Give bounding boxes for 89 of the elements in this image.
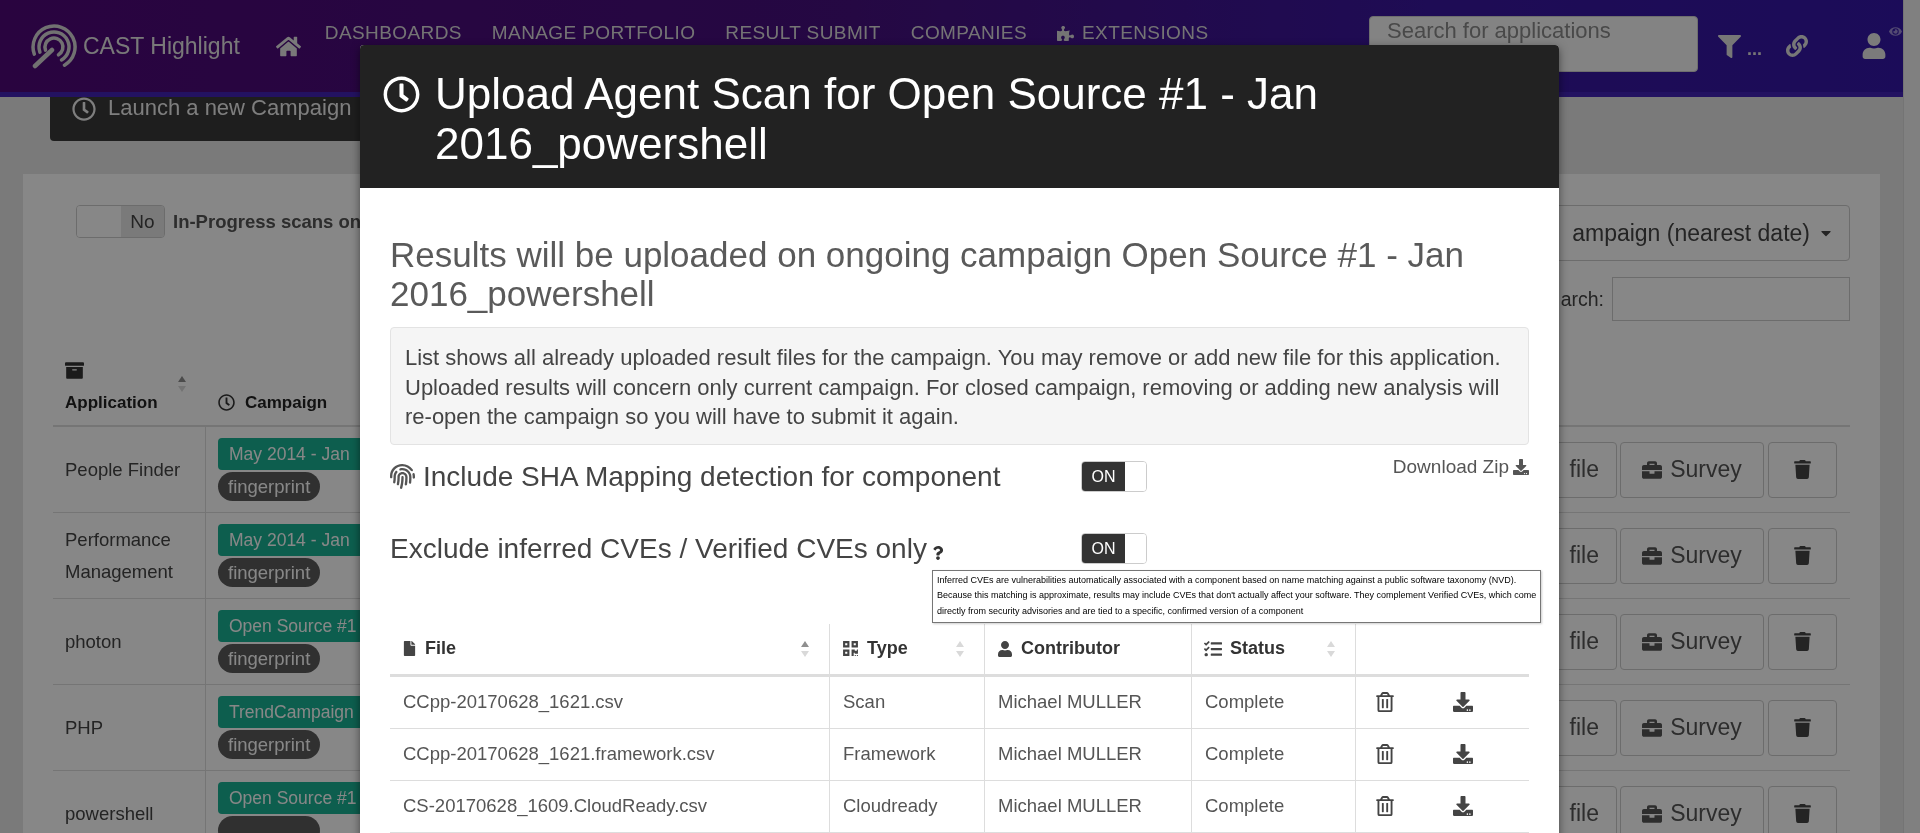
toggle-switch[interactable]: ON <box>1081 461 1147 492</box>
scan-tag: fingerprint <box>218 558 321 587</box>
clock-icon <box>72 97 96 121</box>
search-label: arch: <box>1560 287 1604 311</box>
filter-icon <box>1718 34 1741 58</box>
trash-icon[interactable] <box>1375 692 1395 712</box>
modal-subtitle: Results will be uploaded on ongoing campaign Open Source #1 - Jan 2016_powershell <box>390 235 1466 313</box>
nav-link[interactable]: COMPANIES <box>910 22 1027 44</box>
notice-text: List shows all already uploaded result files for the campaign. You may remove or add new file for this application. Uploaded results will concern only current campaign. For closed campaign, removing or adding new analysis will re-open the campaign so you will have to submit it again. <box>405 344 1502 431</box>
status-text: Complete <box>1205 795 1285 817</box>
file-icon <box>402 641 417 656</box>
survey-button[interactable]: Survey <box>1620 785 1764 833</box>
app-name: Performance Management <box>65 527 174 584</box>
app-name: powershell <box>65 801 154 826</box>
scrollbar[interactable] <box>1903 0 1920 833</box>
download-icon[interactable] <box>1453 692 1473 712</box>
file-type: Framework <box>843 743 936 765</box>
nav-link[interactable]: EXTENSIONS <box>1057 22 1209 44</box>
trash-icon <box>1793 460 1812 479</box>
delete-button[interactable] <box>1768 699 1837 756</box>
file-type: Scan <box>843 691 886 713</box>
link-icon[interactable] <box>1786 35 1808 57</box>
survey-button[interactable]: Survey <box>1620 613 1764 670</box>
file-type: Cloudready <box>843 795 938 817</box>
survey-button[interactable]: Survey <box>1620 441 1764 498</box>
survey-button[interactable]: Survey <box>1620 527 1764 584</box>
archive-icon <box>65 361 84 380</box>
briefcase-icon <box>1642 545 1663 566</box>
trash-icon <box>1793 804 1812 823</box>
clock-icon <box>383 76 420 113</box>
trash-icon <box>1793 632 1812 651</box>
scan-tag: fingerprint <box>218 644 321 673</box>
nav-link[interactable]: MANAGE PORTFOLIO <box>491 22 696 44</box>
clock-icon <box>218 394 235 411</box>
option-label: Include SHA Mapping detection for component <box>423 460 1001 493</box>
file-name: CS-20170628_1609.CloudReady.csv <box>403 795 708 817</box>
download-icon <box>1513 458 1529 475</box>
option-label: Exclude inferred CVEs / Verified CVEs only <box>390 532 927 565</box>
trash-icon[interactable] <box>1375 796 1395 816</box>
checklist-icon <box>1204 639 1222 658</box>
column-header[interactable]: Status <box>1230 638 1285 659</box>
trash-icon <box>1793 546 1812 565</box>
column-header[interactable]: Application <box>65 393 158 413</box>
file-name: CCpp-20170628_1621.framework.csv <box>403 743 715 765</box>
sort-icon[interactable] <box>801 640 809 657</box>
contributor-name: Michael MULLER <box>998 743 1142 765</box>
toggle-caption: In-Progress scans on <box>173 210 362 233</box>
survey-button[interactable]: Survey <box>1620 699 1764 756</box>
file-name: CCpp-20170628_1621.csv <box>403 691 624 713</box>
delete-button[interactable] <box>1768 441 1837 498</box>
toggle-switch[interactable]: ON <box>1081 533 1147 564</box>
brand-name: CAST Highlight <box>83 32 240 60</box>
user-icon[interactable] <box>1861 33 1887 59</box>
status-text: Complete <box>1205 691 1285 713</box>
tooltip: Inferred CVEs are vulnerabilities automatically associated with a component based on name matching against a public software taxonomy (NVD). Because this matching is approximate, results may include CVEs that don't actually affect your software. They complement Verified CVEs, which come directly from security advisories and are tied to a specific, confirmed version of a component <box>932 569 1542 623</box>
delete-button[interactable] <box>1768 527 1837 584</box>
trash-icon <box>1793 718 1812 737</box>
scan-tag: fingerprint <box>218 730 321 759</box>
qr-code-icon <box>842 640 859 657</box>
column-header[interactable]: Campaign <box>245 393 328 413</box>
user-icon <box>997 640 1013 657</box>
toggle-switch[interactable]: No <box>76 205 165 238</box>
briefcase-icon <box>1642 803 1663 824</box>
status-text: Complete <box>1205 743 1285 765</box>
column-header[interactable]: Contributor <box>1021 638 1120 659</box>
scan-tag: fingerprint <box>218 472 321 501</box>
download-zip-link[interactable]: Download Zip <box>1392 456 1529 477</box>
puzzle-icon <box>1057 24 1074 42</box>
search-input[interactable] <box>1612 277 1850 321</box>
column-header[interactable]: File <box>425 638 456 659</box>
sort-icon[interactable] <box>178 376 186 392</box>
app-name: photon <box>65 629 122 654</box>
fingerprint-icon <box>390 464 415 489</box>
app-name: PHP <box>65 715 104 740</box>
delete-button[interactable] <box>1768 613 1837 670</box>
briefcase-icon <box>1642 459 1663 480</box>
trash-icon[interactable] <box>1375 744 1395 764</box>
nav-link[interactable]: RESULT SUBMIT <box>725 22 881 44</box>
contributor-name: Michael MULLER <box>998 795 1142 817</box>
briefcase-icon <box>1642 717 1663 738</box>
briefcase-icon <box>1642 631 1663 652</box>
filter-button[interactable]: ... <box>1718 34 1762 58</box>
contributor-name: Michael MULLER <box>998 691 1142 713</box>
column-header[interactable]: Type <box>867 638 908 659</box>
download-icon[interactable] <box>1453 796 1473 816</box>
download-icon[interactable] <box>1453 744 1473 764</box>
app-name: People Finder <box>65 457 181 482</box>
delete-button[interactable] <box>1768 785 1837 833</box>
nav-link[interactable]: DASHBOARDS <box>324 22 462 44</box>
